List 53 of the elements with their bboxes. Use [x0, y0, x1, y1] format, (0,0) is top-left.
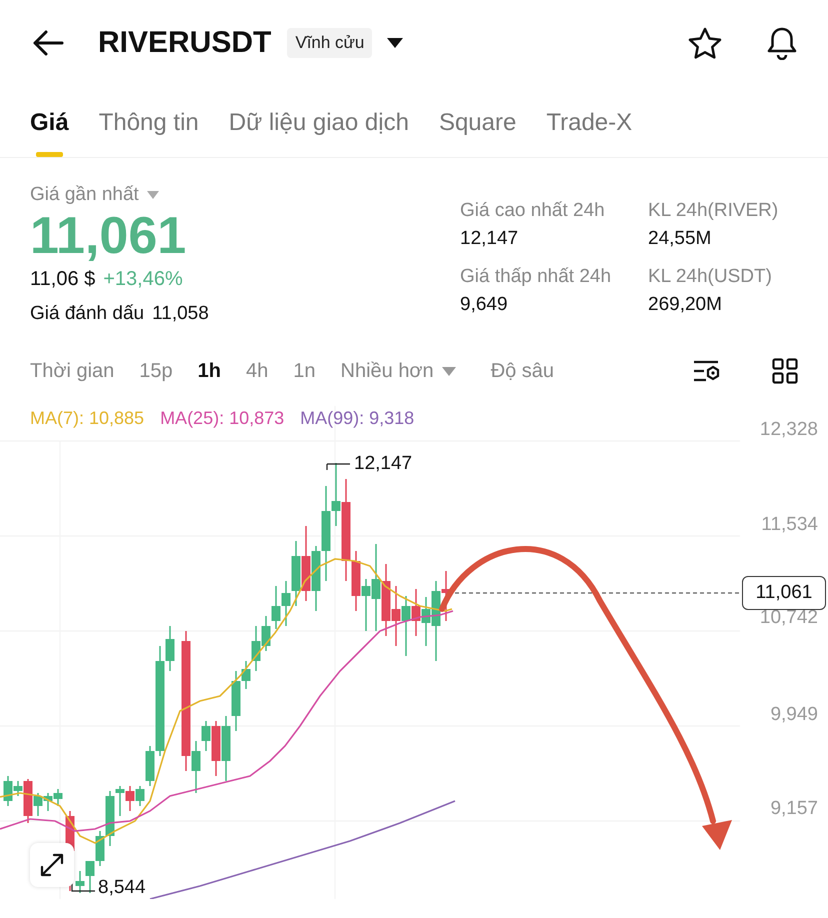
bell-icon[interactable]	[766, 26, 798, 60]
tab[interactable]: Dữ liệu giao dịch	[228, 85, 409, 157]
stat-value: 269,20M	[648, 294, 723, 316]
more-intervals[interactable]: Nhiều hơn	[340, 360, 434, 382]
stat-label: Giá cao nhất 24h	[460, 200, 606, 222]
ma-legend: MA(7): 10,885	[30, 408, 144, 429]
tab[interactable]: Square	[438, 85, 516, 157]
expand-button[interactable]	[30, 843, 74, 887]
pair-title: RIVERUSDT	[98, 26, 272, 60]
stat-value: 9,649	[460, 294, 509, 316]
interval-label: Thời gian	[30, 360, 114, 382]
caret-icon[interactable]	[386, 36, 404, 48]
candle	[392, 586, 400, 646]
grid-icon[interactable]	[772, 358, 798, 384]
tab[interactable]: Trade-X	[546, 85, 632, 157]
stat-label: KL 24h(RIVER)	[648, 200, 780, 222]
price-tag: 11,061	[742, 576, 826, 610]
ma-legend: MA(99): 9,318	[300, 408, 414, 429]
mark-price-label: Giá đánh dấu	[30, 303, 144, 325]
indicator-settings-icon[interactable]	[693, 359, 721, 383]
interval-tab[interactable]: 4h	[246, 360, 268, 382]
leader-line	[326, 463, 351, 471]
high-label: 12,147	[354, 453, 412, 475]
candle	[126, 786, 134, 811]
star-icon[interactable]	[688, 26, 722, 58]
stat-label: KL 24h(USDT)	[648, 266, 773, 288]
usd-price: 11,06 $	[30, 268, 96, 291]
stat-value: 12,147	[460, 228, 520, 250]
tab[interactable]: Giá	[30, 85, 69, 157]
contract-badge: Vĩnh cửu	[287, 28, 372, 58]
expand-icon	[39, 852, 65, 878]
mark-price: 11,058	[152, 303, 209, 325]
candle	[44, 793, 52, 811]
candle	[54, 789, 62, 806]
last-price: 11,061	[30, 206, 188, 266]
back-icon[interactable]	[32, 30, 64, 56]
interval-tab[interactable]: 1h	[198, 360, 221, 382]
stat-value: 24,55M	[648, 228, 712, 250]
candle	[272, 586, 280, 629]
interval-tab[interactable]: 1n	[293, 360, 316, 382]
ma-legend: MA(25): 10,873	[160, 408, 284, 429]
low-label: 8,544	[98, 877, 146, 899]
interval-tab[interactable]: 15p	[139, 360, 173, 382]
depth-tab[interactable]: Độ sâu	[490, 360, 554, 382]
price-change: +13,46%	[103, 268, 183, 291]
candle	[412, 589, 420, 636]
candle	[262, 616, 270, 651]
candle	[382, 564, 390, 636]
stat-label: Giá thấp nhất 24h	[460, 266, 612, 288]
tab[interactable]: Thông tin	[98, 85, 199, 157]
price-label: Giá gần nhất	[30, 184, 139, 206]
candle	[222, 716, 230, 781]
candle	[402, 596, 410, 656]
